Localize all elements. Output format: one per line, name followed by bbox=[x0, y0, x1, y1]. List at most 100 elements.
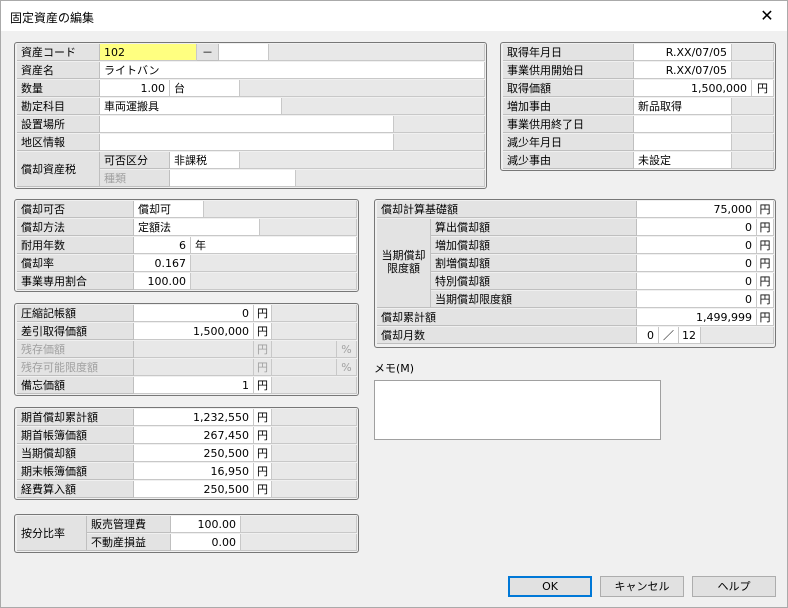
account-input[interactable]: 車両運搬具 bbox=[100, 98, 282, 115]
allocation-ratio-group: 按分比率 販売管理費 100.00 不動産損益 0.00 bbox=[14, 514, 359, 553]
current-depreciation-label: 当期償却額 bbox=[17, 445, 134, 462]
begin-accum-label: 期首償却累計額 bbox=[17, 409, 134, 426]
acquisition-price-label: 取得価額 bbox=[503, 80, 634, 97]
acquisition-price-input[interactable]: 1,500,000 bbox=[634, 80, 752, 97]
current-depreciation-input[interactable]: 250,500 bbox=[134, 445, 254, 462]
tax-class-input[interactable]: 非課税 bbox=[170, 152, 240, 169]
asset-code-dash: － bbox=[197, 44, 219, 61]
tax-class-label: 可否区分 bbox=[100, 152, 170, 169]
tax-kind-spacer bbox=[296, 170, 485, 187]
memo-label: メモ(M) bbox=[374, 362, 415, 375]
depreciation-method-input[interactable]: 定額法 bbox=[134, 219, 260, 236]
additional-depreciation-input[interactable]: 0 bbox=[637, 237, 757, 254]
expense-spacer bbox=[272, 481, 357, 498]
residual-limit-pct-unit: % bbox=[337, 359, 357, 376]
increase-reason-spacer bbox=[732, 98, 774, 115]
limit-group-label: 当期償却限度額 bbox=[377, 219, 431, 308]
compressed-yen-unit: 円 bbox=[254, 305, 272, 322]
memo-value-yen-unit: 円 bbox=[254, 377, 272, 394]
accum-depreciation-label: 償却累計額 bbox=[377, 309, 637, 326]
compressed-entry-input[interactable]: 0 bbox=[134, 305, 254, 322]
location-spacer bbox=[394, 116, 485, 133]
close-icon[interactable]: ✕ bbox=[757, 6, 777, 26]
depreciation-allowed-input[interactable]: 償却可 bbox=[134, 201, 204, 218]
asset-code-input[interactable]: 102 bbox=[100, 44, 197, 61]
begin-accum-input[interactable]: 1,232,550 bbox=[134, 409, 254, 426]
business-ratio-label: 事業専用割合 bbox=[17, 273, 134, 290]
memo-textarea[interactable] bbox=[374, 380, 661, 440]
memo-value-spacer bbox=[272, 377, 357, 394]
decrease-reason-label: 減少事由 bbox=[503, 152, 634, 169]
end-book-value: 16,950 bbox=[134, 463, 254, 480]
depreciation-months-input[interactable]: 0 bbox=[637, 327, 659, 344]
depreciation-allowed-spacer bbox=[204, 201, 357, 218]
dialog-window: 固定資産の編集 ✕ 資産コード 102 － 資産名 ライトバン 数量 1.00 … bbox=[0, 0, 788, 608]
values-group: 圧縮記帳額 0 円 差引取得価額 1,500,000 円 残存価額 円 % 残存… bbox=[14, 303, 359, 396]
calc-base-value: 75,000 bbox=[637, 201, 757, 218]
residual-pct-input[interactable] bbox=[272, 341, 337, 358]
qty-unit-input[interactable]: 台 bbox=[170, 80, 240, 97]
service-start-label: 事業供用開始日 bbox=[503, 62, 634, 79]
help-button[interactable]: ヘルプ bbox=[692, 576, 776, 597]
depreciation-method-spacer bbox=[260, 219, 357, 236]
real-estate-input[interactable]: 0.00 bbox=[171, 534, 241, 551]
service-end-input[interactable] bbox=[634, 116, 732, 133]
calc-base-yen-unit: 円 bbox=[757, 201, 774, 218]
limit-total-value: 0 bbox=[637, 291, 757, 308]
depreciation-method-label: 償却方法 bbox=[17, 219, 134, 236]
ok-button[interactable]: OK bbox=[508, 576, 592, 597]
depreciation-rate-value: 0.167 bbox=[134, 255, 191, 272]
current-depreciation-yen-unit: 円 bbox=[254, 445, 272, 462]
accum-yen-unit: 円 bbox=[757, 309, 774, 326]
additional-yen-unit: 円 bbox=[757, 237, 774, 254]
begin-book-spacer bbox=[272, 427, 357, 444]
increase-reason-label: 増加事由 bbox=[503, 98, 634, 115]
expense-input[interactable]: 250,500 bbox=[134, 481, 254, 498]
limit-total-label: 当期償却限度額 bbox=[431, 291, 637, 308]
asset-code-sub-input[interactable] bbox=[219, 44, 269, 61]
begin-book-label: 期首帳簿価額 bbox=[17, 427, 134, 444]
real-estate-label: 不動産損益 bbox=[87, 534, 171, 551]
residual-limit-pct-input[interactable] bbox=[272, 359, 337, 376]
extra-depreciation-input[interactable]: 0 bbox=[637, 255, 757, 272]
sales-admin-spacer bbox=[241, 516, 357, 533]
decrease-date-input[interactable] bbox=[634, 134, 732, 151]
business-ratio-input[interactable]: 100.00 bbox=[134, 273, 191, 290]
region-input[interactable] bbox=[100, 134, 394, 151]
depreciable-tax-label: 償却資産税 bbox=[17, 152, 100, 187]
residual-limit-yen-unit: 円 bbox=[254, 359, 272, 376]
sales-admin-input[interactable]: 100.00 bbox=[171, 516, 241, 533]
acquired-date-input[interactable]: R.XX/07/05 bbox=[634, 44, 732, 61]
increase-reason-input[interactable]: 新品取得 bbox=[634, 98, 732, 115]
service-start-spacer bbox=[732, 62, 774, 79]
useful-life-input[interactable]: 6 bbox=[134, 237, 191, 254]
qty-input[interactable]: 1.00 bbox=[100, 80, 170, 97]
decrease-reason-input[interactable]: 未設定 bbox=[634, 152, 732, 169]
memo-value-input[interactable]: 1 bbox=[134, 377, 254, 394]
residual-yen-unit: 円 bbox=[254, 341, 272, 358]
net-acquisition-label: 差引取得価額 bbox=[17, 323, 134, 340]
location-input[interactable] bbox=[100, 116, 394, 133]
special-depreciation-label: 特別償却額 bbox=[431, 273, 637, 290]
expense-yen-unit: 円 bbox=[254, 481, 272, 498]
service-start-input[interactable]: R.XX/07/05 bbox=[634, 62, 732, 79]
tax-kind-input[interactable] bbox=[170, 170, 296, 187]
depreciation-months-total: 12 bbox=[679, 327, 701, 344]
acquired-date-spacer bbox=[732, 44, 774, 61]
residual-limit-input[interactable] bbox=[134, 359, 254, 376]
begin-book-yen-unit: 円 bbox=[254, 427, 272, 444]
extra-yen-unit: 円 bbox=[757, 255, 774, 272]
normal-depreciation-value: 0 bbox=[637, 219, 757, 236]
months-separator: ／ bbox=[659, 327, 679, 344]
expense-label: 経費算入額 bbox=[17, 481, 134, 498]
additional-depreciation-label: 増加償却額 bbox=[431, 237, 637, 254]
cancel-button[interactable]: キャンセル bbox=[600, 576, 684, 597]
calc-base-label: 償却計算基礎額 bbox=[377, 201, 637, 218]
residual-pct-unit: % bbox=[337, 341, 357, 358]
special-depreciation-input[interactable]: 0 bbox=[637, 273, 757, 290]
asset-name-input[interactable]: ライトバン bbox=[100, 62, 485, 79]
compressed-spacer bbox=[272, 305, 357, 322]
service-end-spacer bbox=[732, 116, 774, 133]
depreciation-rate-label: 償却率 bbox=[17, 255, 134, 272]
residual-value-input[interactable] bbox=[134, 341, 254, 358]
